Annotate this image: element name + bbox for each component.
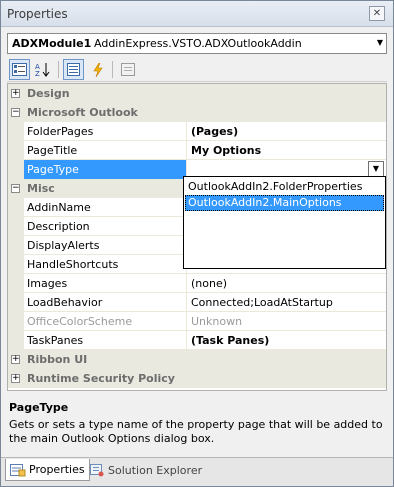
property-row-loadbehavior[interactable]: LoadBehavior Connected;LoadAtStartup bbox=[8, 293, 386, 312]
collapse-icon[interactable]: − bbox=[11, 108, 20, 117]
dropdown-option-selected[interactable]: OutlookAddIn2.MainOptions bbox=[185, 195, 384, 211]
property-row-officecolorscheme[interactable]: OfficeColorScheme Unknown bbox=[8, 312, 386, 331]
property-name: Images bbox=[27, 277, 68, 290]
description-title: PageType bbox=[9, 401, 69, 414]
category-runtime-security-policy[interactable]: + Runtime Security Policy bbox=[8, 369, 386, 388]
title-bar[interactable]: Properties ✕ bbox=[1, 1, 393, 27]
category-ribbon-ui[interactable]: + Ribbon UI bbox=[8, 350, 386, 369]
description-text: Gets or sets a type name of the property… bbox=[9, 418, 383, 445]
categorized-button[interactable] bbox=[9, 59, 30, 80]
property-value[interactable]: (none) bbox=[191, 277, 227, 290]
object-name: ADXModule1 bbox=[12, 37, 92, 50]
solution-explorer-icon bbox=[90, 464, 104, 477]
category-label: Misc bbox=[27, 182, 55, 195]
expand-icon[interactable]: + bbox=[11, 355, 20, 364]
property-name: OfficeColorScheme bbox=[27, 315, 133, 328]
property-row-pagetitle[interactable]: PageTitle My Options bbox=[8, 141, 386, 160]
toolbar: A Z bbox=[7, 58, 387, 82]
category-label: Design bbox=[27, 87, 70, 100]
tab-label: Solution Explorer bbox=[108, 463, 203, 477]
tab-properties[interactable]: Properties bbox=[5, 459, 90, 481]
chevron-down-icon[interactable]: ▼ bbox=[377, 38, 383, 47]
property-row-taskpanes[interactable]: TaskPanes (Task Panes) bbox=[8, 331, 386, 350]
category-label: Microsoft Outlook bbox=[27, 106, 138, 119]
alphabetical-button[interactable]: A Z bbox=[32, 59, 53, 80]
property-name: FolderPages bbox=[27, 125, 94, 138]
property-value: Unknown bbox=[191, 315, 243, 328]
alphabetical-icon: A Z bbox=[35, 63, 49, 77]
property-name: TaskPanes bbox=[27, 334, 84, 347]
object-selector[interactable]: ADXModule1 AddinExpress.VSTO.ADXOutlookA… bbox=[7, 33, 387, 54]
property-pages-icon bbox=[120, 63, 135, 76]
properties-icon bbox=[67, 63, 80, 76]
property-name: DisplayAlerts bbox=[27, 239, 100, 252]
category-design[interactable]: + Design bbox=[8, 84, 386, 103]
window-title: Properties bbox=[7, 7, 68, 21]
pagetype-dropdown-list[interactable]: OutlookAddIn2.FolderProperties OutlookAd… bbox=[183, 176, 386, 269]
property-name: PageTitle bbox=[27, 144, 78, 157]
close-icon: ✕ bbox=[372, 8, 382, 19]
property-name: AddinName bbox=[27, 201, 91, 214]
close-button[interactable]: ✕ bbox=[369, 6, 385, 21]
dropdown-button[interactable]: ▼ bbox=[368, 161, 384, 177]
properties-tab-icon bbox=[10, 463, 26, 476]
description-panel: PageType Gets or sets a type name of the… bbox=[7, 396, 387, 454]
object-type: AddinExpress.VSTO.ADXOutlookAddin bbox=[94, 37, 302, 50]
property-name: LoadBehavior bbox=[27, 296, 103, 309]
events-button[interactable] bbox=[87, 59, 108, 80]
expand-icon[interactable]: + bbox=[11, 89, 20, 98]
properties-window: Properties ✕ ADXModule1 AddinExpress.VST… bbox=[0, 0, 394, 487]
categorized-icon bbox=[12, 63, 27, 76]
property-name: PageType bbox=[27, 163, 79, 176]
svg-text:Z: Z bbox=[35, 70, 40, 77]
collapse-icon[interactable]: − bbox=[11, 184, 20, 193]
property-name: Description bbox=[27, 220, 90, 233]
property-value[interactable]: (Pages) bbox=[191, 125, 238, 138]
category-label: Ribbon UI bbox=[27, 353, 88, 366]
property-value[interactable]: My Options bbox=[191, 144, 261, 157]
tab-strip: Properties Solution Explorer bbox=[1, 457, 393, 486]
property-pages-button[interactable] bbox=[117, 59, 138, 80]
category-label: Runtime Security Policy bbox=[27, 372, 175, 385]
dropdown-option[interactable]: OutlookAddIn2.FolderProperties bbox=[185, 179, 384, 195]
toolbar-separator bbox=[112, 61, 113, 78]
property-name: HandleShortcuts bbox=[27, 258, 119, 271]
property-row-images[interactable]: Images (none) bbox=[8, 274, 386, 293]
chevron-down-icon: ▼ bbox=[372, 164, 380, 173]
events-icon bbox=[92, 62, 103, 77]
properties-button[interactable] bbox=[63, 59, 84, 80]
expand-icon[interactable]: + bbox=[11, 374, 20, 383]
property-value[interactable]: Connected;LoadAtStartup bbox=[191, 296, 333, 309]
property-value[interactable]: (Task Panes) bbox=[191, 334, 269, 347]
tab-label: Properties bbox=[29, 463, 85, 476]
toolbar-separator bbox=[58, 61, 59, 78]
category-microsoft-outlook[interactable]: − Microsoft Outlook bbox=[8, 103, 386, 122]
property-row-folderpages[interactable]: FolderPages (Pages) bbox=[8, 122, 386, 141]
tab-solution-explorer[interactable]: Solution Explorer bbox=[85, 459, 206, 481]
